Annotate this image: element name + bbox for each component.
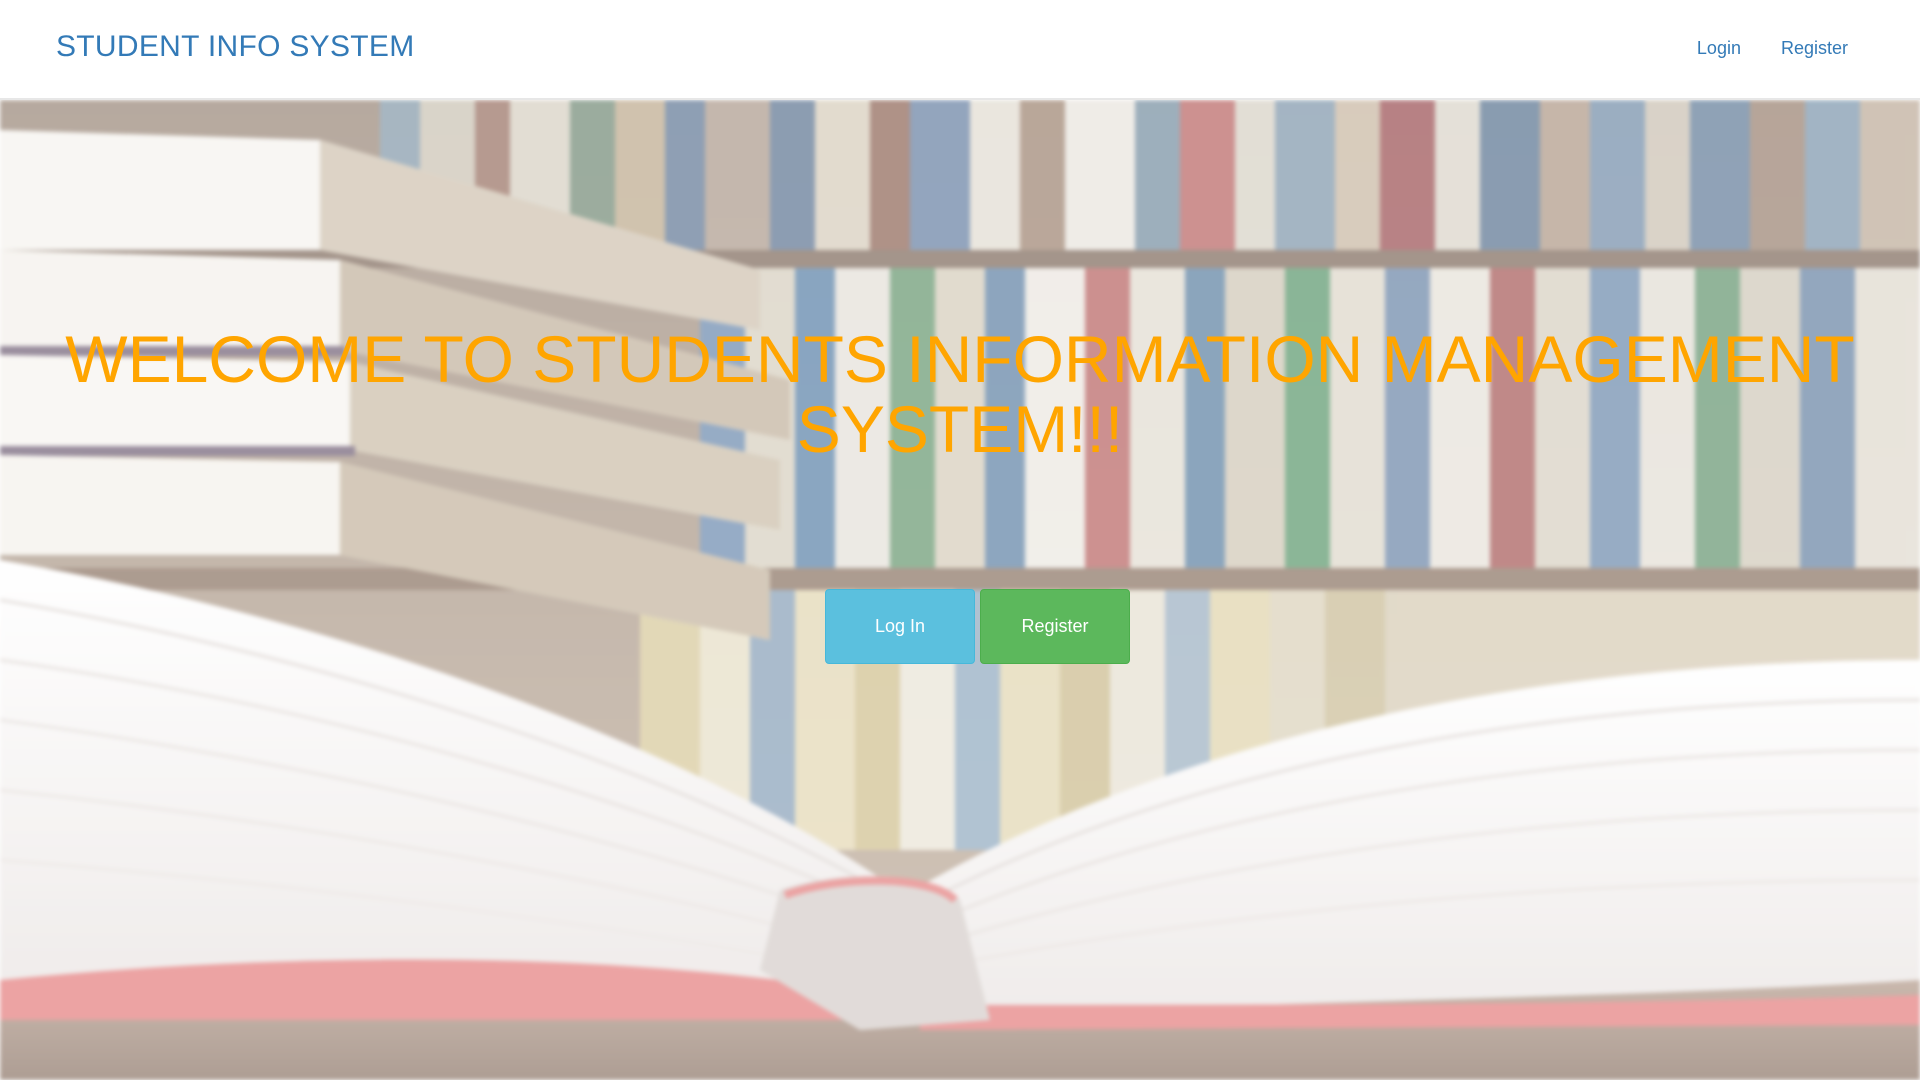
welcome-heading-line-1: WELCOME TO STUDENTS INFORMATION MANAGEME… — [65, 322, 1855, 396]
nav-register-link[interactable]: Register — [1781, 38, 1848, 59]
nav-login-link[interactable]: Login — [1697, 38, 1741, 59]
welcome-heading-line-2: SYSTEM!!! — [796, 392, 1124, 466]
register-button[interactable]: Register — [980, 589, 1130, 664]
hero-actions: Log In Register — [825, 589, 1130, 664]
brand-link[interactable]: STUDENT INFO SYSTEM — [56, 30, 415, 64]
hero-section: WELCOME TO STUDENTS INFORMATION MANAGEME… — [0, 100, 1920, 1080]
welcome-heading: WELCOME TO STUDENTS INFORMATION MANAGEME… — [0, 324, 1920, 464]
login-button[interactable]: Log In — [825, 589, 975, 664]
nav-links: Login Register — [1697, 38, 1848, 59]
navbar: STUDENT INFO SYSTEM Login Register — [0, 0, 1920, 100]
